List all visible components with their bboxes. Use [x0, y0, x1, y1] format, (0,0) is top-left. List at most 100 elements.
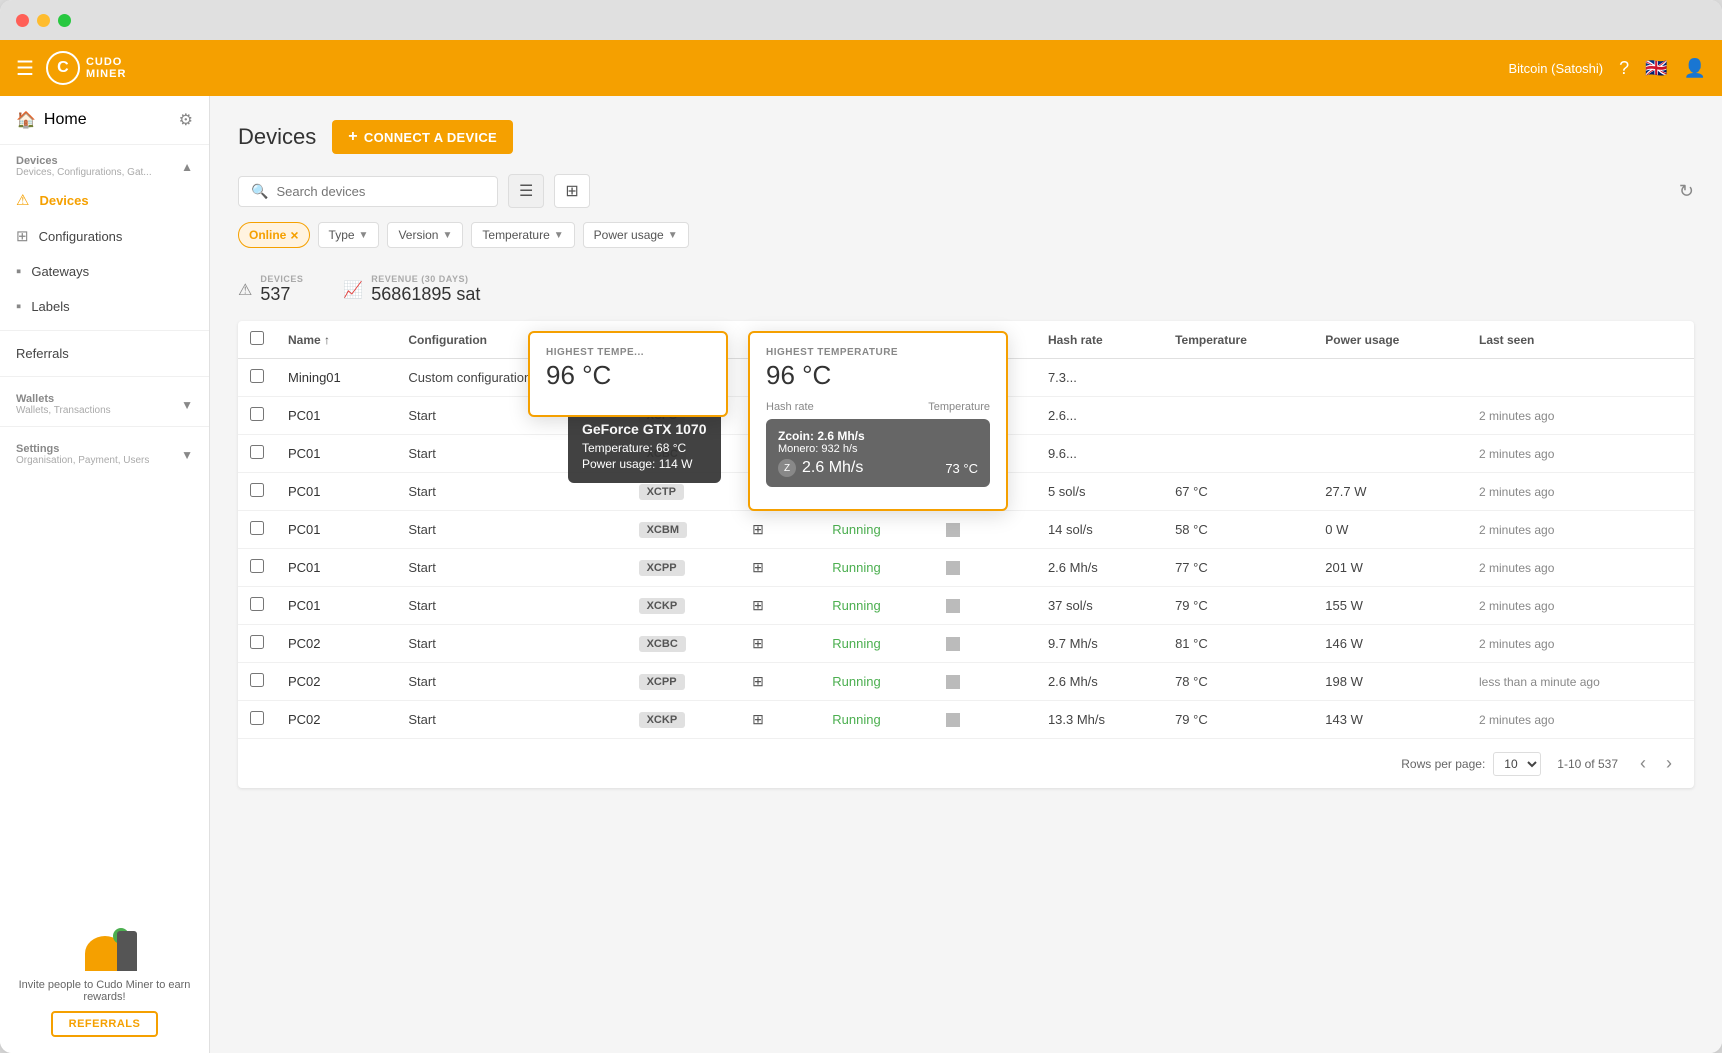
sidebar-item-referrals[interactable]: Referrals: [0, 337, 209, 370]
online-filter-tag[interactable]: Online ×: [238, 222, 310, 248]
user-icon[interactable]: 👤: [1684, 58, 1706, 79]
close-dot[interactable]: [16, 14, 29, 27]
online-tag-close[interactable]: ×: [290, 227, 298, 243]
sidebar-item-labels[interactable]: ▪ Labels: [0, 289, 209, 324]
row-label: XCPP: [627, 663, 741, 701]
os-icon: ⊞: [752, 369, 764, 385]
row-temp: 81 °C: [1163, 625, 1313, 663]
row-hashrate: 7.3...: [1036, 359, 1163, 397]
chevron-up-icon: ▲: [181, 160, 193, 174]
sidebar-settings-toggle[interactable]: Settings Organisation, Payment, Users ▼: [16, 443, 193, 466]
page-title: Devices: [238, 124, 316, 150]
sidebar-home[interactable]: 🏠 Home ⚙: [0, 96, 209, 145]
table-row[interactable]: PC01 Start XCTP ⊞ Running 5 sol/s 67 °C …: [238, 473, 1694, 511]
topnav: ☰ C CUDOMINER Bitcoin (Satoshi) ? 🇬🇧 👤: [0, 40, 1722, 96]
sidebar-section-subtitle: Devices, Configurations, Gat...: [16, 167, 152, 178]
currency-display: Bitcoin (Satoshi): [1508, 61, 1603, 76]
hamburger-icon[interactable]: ☰: [16, 56, 34, 81]
os-icon: ⊞: [752, 597, 764, 613]
table-row[interactable]: PC02 Start XCBC ⊞ Running 9.7 Mh/s 81 °C…: [238, 625, 1694, 663]
refresh-button[interactable]: ↻: [1679, 181, 1694, 202]
settings-gear-icon[interactable]: ⚙: [179, 110, 193, 130]
row-checkbox[interactable]: [250, 407, 264, 421]
row-name: Mining01: [276, 359, 396, 397]
row-hashrate: 2.6 Mh/s: [1036, 549, 1163, 587]
sidebar-settings-sub: Organisation, Payment, Users: [16, 455, 149, 466]
table-row[interactable]: Mining01 Custom configuration Home ⊞ unn…: [238, 359, 1694, 397]
row-checkbox[interactable]: [250, 635, 264, 649]
row-checkbox[interactable]: [250, 369, 264, 383]
power-filter-label: Power usage: [594, 228, 664, 242]
sidebar-item-configurations[interactable]: ⊞ Configurations: [0, 218, 209, 254]
page-info: 1-10 of 537: [1557, 757, 1618, 771]
sidebar-item-devices[interactable]: ⚠ Devices: [0, 182, 209, 218]
row-temp: [1163, 435, 1313, 473]
table-row[interactable]: PC02 Start XCKP ⊞ Running 13.3 Mh/s 79 °…: [238, 701, 1694, 739]
row-checkbox[interactable]: [250, 559, 264, 573]
os-icon: ⊞: [752, 559, 764, 575]
row-label: XCFG: [627, 397, 741, 435]
row-temp: [1163, 397, 1313, 435]
language-icon[interactable]: 🇬🇧: [1645, 58, 1667, 79]
help-icon[interactable]: ?: [1619, 58, 1629, 79]
table-header-row: Name ↑ Configuration Labels Type Status …: [238, 321, 1694, 359]
col-lastseen: Last seen: [1467, 321, 1694, 359]
sidebar-wallets-toggle[interactable]: Wallets Wallets, Transactions ▼: [16, 393, 193, 416]
table-row[interactable]: PC02 Start XCPP ⊞ Running 2.6 Mh/s 78 °C…: [238, 663, 1694, 701]
list-view-button[interactable]: ☰: [508, 174, 544, 208]
sidebar-item-gateways[interactable]: ▪ Gateways: [0, 254, 209, 289]
row-checkbox[interactable]: [250, 483, 264, 497]
row-hashrate: 9.7 Mh/s: [1036, 625, 1163, 663]
row-type: ⊞: [740, 435, 820, 473]
power-filter[interactable]: Power usage ▼: [583, 222, 689, 248]
row-name: PC01: [276, 511, 396, 549]
table-row[interactable]: PC01 Start XCPP ⊞ Running 2.6 Mh/s 77 °C…: [238, 549, 1694, 587]
row-temp: 79 °C: [1163, 701, 1313, 739]
table-row[interactable]: PC01 Start XCBC ⊞ unning 9.6... 2 minute…: [238, 435, 1694, 473]
os-icon: ⊞: [752, 407, 764, 423]
search-input[interactable]: [276, 184, 485, 199]
temperature-filter[interactable]: Temperature ▼: [471, 222, 574, 248]
next-page-button[interactable]: ›: [1660, 751, 1678, 776]
row-name: PC01: [276, 587, 396, 625]
row-checkbox[interactable]: [250, 597, 264, 611]
grid-view-button[interactable]: ⊞: [554, 174, 589, 208]
maximize-dot[interactable]: [58, 14, 71, 27]
sidebar-divider-2: [0, 376, 209, 377]
row-hashrate: 9.6...: [1036, 435, 1163, 473]
row-hashrate: 13.3 Mh/s: [1036, 701, 1163, 739]
type-filter[interactable]: Type ▼: [318, 222, 380, 248]
minimize-dot[interactable]: [37, 14, 50, 27]
main-content: Devices + CONNECT A DEVICE 🔍 ☰ ⊞ ↻: [210, 96, 1722, 1053]
row-checkbox[interactable]: [250, 445, 264, 459]
table-row[interactable]: PC01 Start XCKP ⊞ Running 37 sol/s 79 °C…: [238, 587, 1694, 625]
row-type: ⊞: [740, 397, 820, 435]
row-temp: 78 °C: [1163, 663, 1313, 701]
table-row[interactable]: PC01 Start XCBM ⊞ Running 14 sol/s 58 °C…: [238, 511, 1694, 549]
table-row[interactable]: PC01 Start XCFG ⊞ unning 2.6... 2 minute…: [238, 397, 1694, 435]
row-type: ⊞: [740, 473, 820, 511]
sidebar-section-toggle[interactable]: Devices Devices, Configurations, Gat... …: [16, 155, 193, 178]
connect-device-button[interactable]: + CONNECT A DEVICE: [332, 120, 513, 154]
rows-per-page-select[interactable]: 10 25 50: [1493, 752, 1541, 776]
col-type: Type: [740, 321, 820, 359]
row-checkbox[interactable]: [250, 711, 264, 725]
labels-icon: ▪: [16, 298, 21, 315]
row-lastseen: 2 minutes ago: [1467, 473, 1694, 511]
devices-stat: ⚠ DEVICES 537: [238, 274, 303, 305]
row-power: 155 W: [1313, 587, 1467, 625]
os-icon: ⊞: [752, 711, 764, 727]
row-checkbox[interactable]: [250, 521, 264, 535]
main-layout: 🏠 Home ⚙ Devices Devices, Configurations…: [0, 96, 1722, 1053]
col-name[interactable]: Name ↑: [276, 321, 396, 359]
prev-page-button[interactable]: ‹: [1634, 751, 1652, 776]
row-checkbox[interactable]: [250, 673, 264, 687]
sidebar-item-configurations-label: Configurations: [39, 229, 123, 244]
row-label: XCTP: [627, 473, 741, 511]
version-filter[interactable]: Version ▼: [387, 222, 463, 248]
row-type: ⊞: [740, 663, 820, 701]
os-icon: ⊞: [752, 445, 764, 461]
revenue-stat-icon: 📈: [343, 280, 363, 300]
referrals-button[interactable]: REFERRALS: [51, 1011, 159, 1037]
select-all-checkbox[interactable]: [250, 331, 264, 345]
